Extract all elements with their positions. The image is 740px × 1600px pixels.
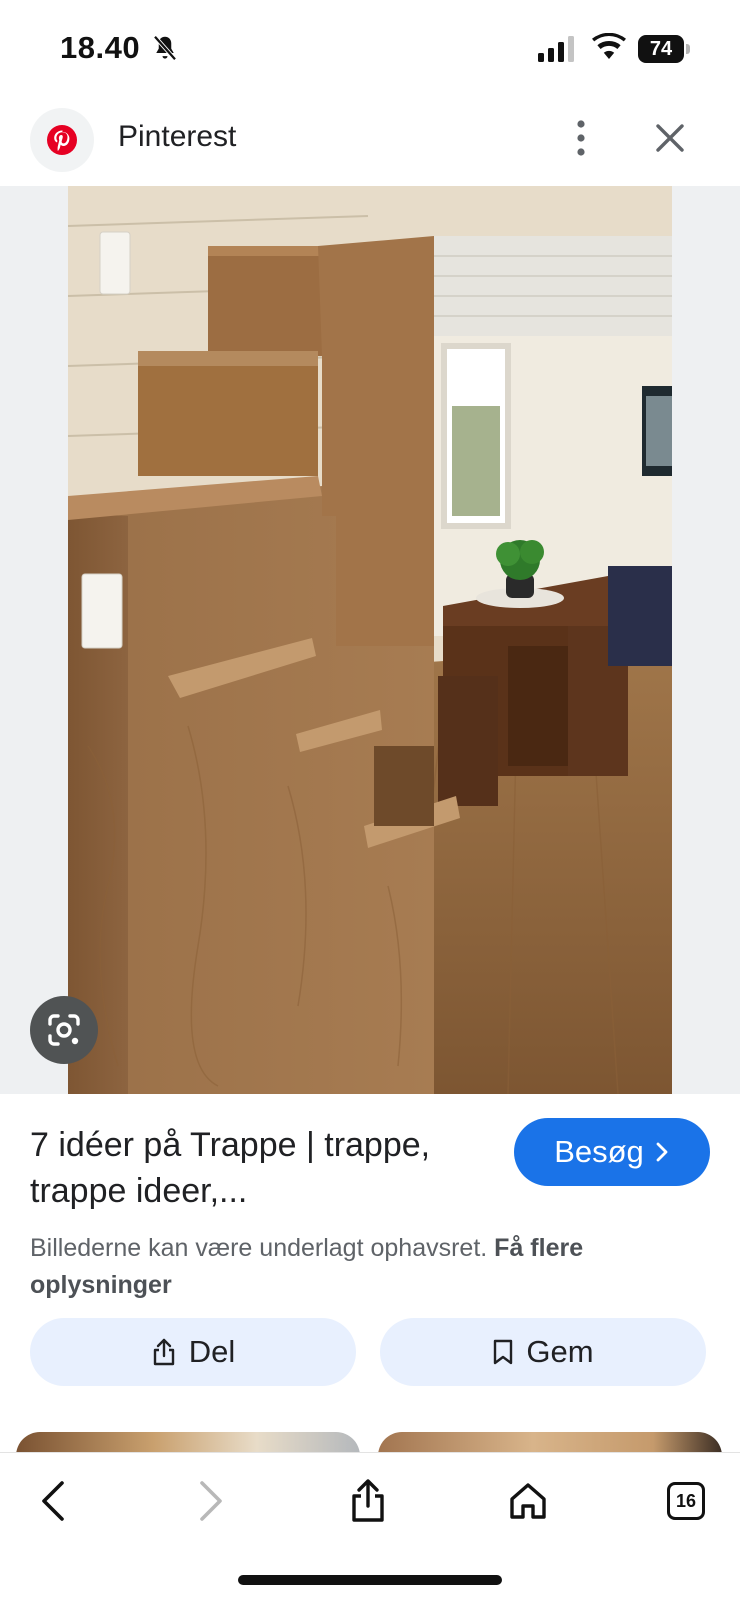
copyright-text: Billederne kan være underlagt ophavsret. <box>30 1234 488 1262</box>
visit-button[interactable]: Besøg <box>514 1118 710 1186</box>
battery-level: 74 <box>638 35 684 63</box>
tab-count: 16 <box>667 1482 705 1520</box>
share-button-label: Del <box>188 1334 236 1369</box>
visit-button-label: Besøg <box>554 1134 644 1169</box>
home-icon <box>510 1483 546 1519</box>
browser-toolbar: 16 <box>0 1452 740 1600</box>
forward-arrow-icon <box>200 1481 222 1521</box>
status-time: 18.40 <box>60 30 141 65</box>
chevron-right-icon <box>656 1142 668 1162</box>
signal-icon <box>538 36 574 62</box>
battery-icon: 74 <box>638 35 690 63</box>
forward-button[interactable] <box>180 1471 240 1531</box>
more-vertical-icon[interactable] <box>564 118 598 158</box>
result-title[interactable]: 7 idéer på Trappe | trappe, trappe ideer… <box>30 1122 490 1214</box>
back-button[interactable] <box>24 1471 84 1531</box>
share-icon <box>153 1338 174 1366</box>
back-arrow-icon <box>42 1481 64 1521</box>
home-indicator <box>238 1575 502 1585</box>
save-button[interactable]: Gem <box>380 1318 706 1386</box>
pinterest-logo-icon <box>30 108 94 172</box>
google-lens-icon[interactable] <box>30 996 98 1064</box>
image-viewer <box>0 186 740 1094</box>
close-icon[interactable] <box>652 120 688 156</box>
result-image[interactable] <box>68 186 672 1094</box>
copyright-notice: Billederne kan være underlagt ophavsret.… <box>30 1230 720 1304</box>
share-icon <box>352 1479 384 1522</box>
share-button[interactable]: Del <box>30 1318 356 1386</box>
toolbar-share-button[interactable] <box>338 1471 398 1531</box>
save-button-label: Gem <box>526 1334 594 1369</box>
bookmark-icon <box>494 1339 513 1365</box>
status-bar: 18.40 74 <box>0 0 740 100</box>
home-button[interactable] <box>498 1471 558 1531</box>
bell-slash-icon <box>153 35 177 61</box>
site-title: Pinterest <box>118 120 237 153</box>
wifi-icon <box>592 33 626 59</box>
header-bar: Pinterest <box>0 100 740 186</box>
tabs-button[interactable]: 16 <box>656 1471 716 1531</box>
